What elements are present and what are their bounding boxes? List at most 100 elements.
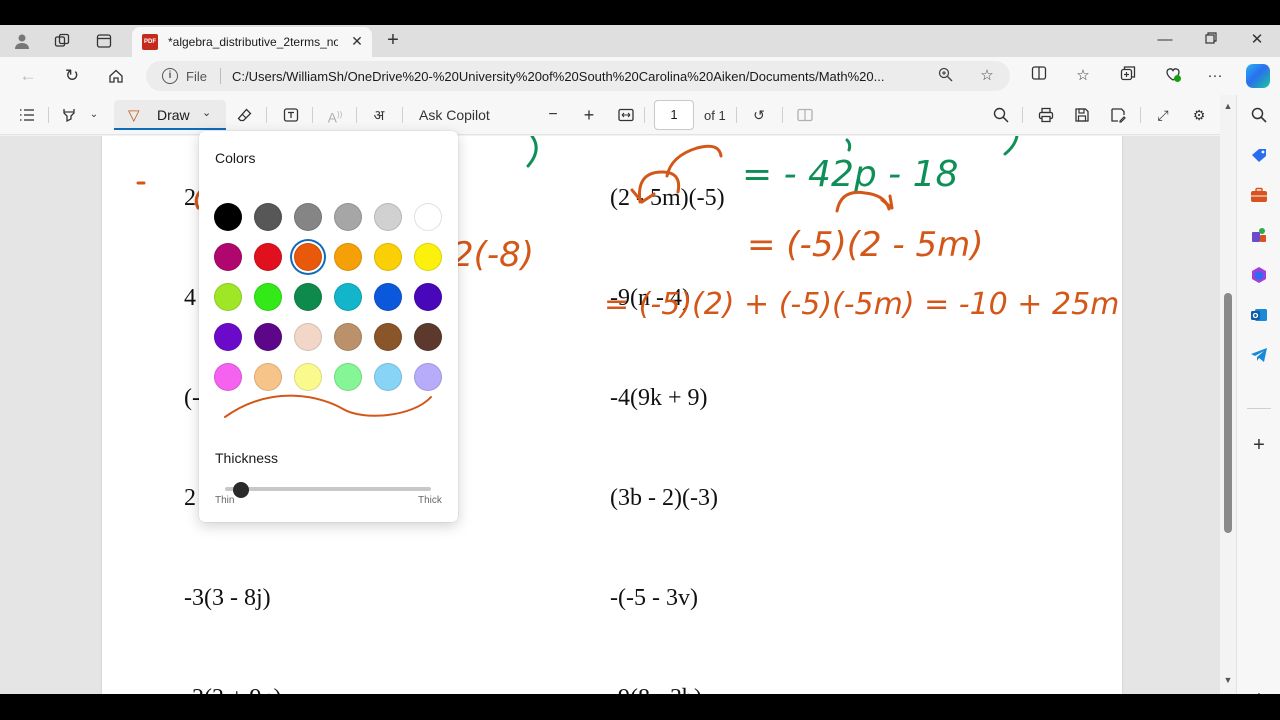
more-options-icon[interactable]: ···: [1204, 65, 1226, 87]
contents-list-icon[interactable]: [16, 104, 38, 126]
color-swatch[interactable]: [414, 283, 442, 311]
page-view-icon[interactable]: [794, 104, 816, 126]
profile-icon[interactable]: [12, 31, 32, 51]
rotate-icon[interactable]: ↺: [748, 104, 770, 126]
browser-window: PDF *algebra_distributive_2terms_no_ ✕ +…: [0, 25, 1280, 694]
zoom-icon[interactable]: [936, 67, 954, 85]
workspaces-icon[interactable]: [52, 31, 72, 51]
pdf-toolbar: ⌄ ▽ Draw ⌄ A)) अ Ask Copilot − + 1 of 1 …: [0, 95, 1220, 135]
save-icon[interactable]: [1071, 104, 1093, 126]
close-window-icon[interactable]: ✕: [1242, 29, 1272, 51]
minimize-icon[interactable]: —: [1150, 29, 1180, 51]
tab-title: *algebra_distributive_2terms_no_: [168, 35, 338, 49]
text-box-icon[interactable]: [280, 104, 302, 126]
sidebar-games-icon[interactable]: [1249, 225, 1269, 245]
read-aloud-icon[interactable]: A)): [324, 104, 346, 126]
close-tab-icon[interactable]: ✕: [348, 32, 366, 50]
new-tab-icon[interactable]: +: [382, 29, 404, 51]
toolbar-separator: [1140, 107, 1141, 123]
tab-active-pdf[interactable]: PDF *algebra_distributive_2terms_no_ ✕: [132, 27, 372, 57]
page-count: of 1: [704, 108, 726, 123]
color-swatch[interactable]: [334, 203, 362, 231]
color-swatch[interactable]: [214, 243, 242, 271]
address-separator: [220, 68, 221, 84]
sidebar-outlook-icon[interactable]: O: [1249, 305, 1269, 325]
toolbar-separator: [356, 107, 357, 123]
draw-button[interactable]: ▽ Draw ⌄: [114, 100, 226, 130]
color-swatch[interactable]: [214, 203, 242, 231]
draw-chevron-down-icon[interactable]: ⌄: [202, 106, 211, 119]
color-swatch[interactable]: [374, 323, 402, 351]
address-url[interactable]: C:/Users/WilliamSh/OneDrive%20-%20Univer…: [232, 69, 932, 84]
sidebar-telegram-icon[interactable]: [1249, 345, 1269, 365]
sidebar-office-icon[interactable]: [1249, 265, 1269, 285]
color-swatch[interactable]: [294, 283, 322, 311]
favorite-star-icon[interactable]: ☆: [978, 67, 996, 85]
color-swatch[interactable]: [254, 243, 282, 271]
thickness-slider-knob[interactable]: [232, 482, 249, 498]
color-swatch[interactable]: [374, 203, 402, 231]
vertical-scrollbar[interactable]: ▲ ▼: [1220, 95, 1236, 694]
colors-heading: Colors: [215, 150, 256, 166]
sidebar-add-icon[interactable]: +: [1249, 434, 1269, 456]
address-scheme-label: File: [186, 69, 207, 84]
scroll-up-arrow-icon[interactable]: ▲: [1223, 101, 1233, 111]
settings-gear-icon[interactable]: ⚙: [1188, 104, 1210, 126]
sidebar-search-icon[interactable]: [1249, 105, 1269, 125]
scroll-down-arrow-icon[interactable]: ▼: [1223, 675, 1233, 685]
toolbar-separator: [312, 107, 313, 123]
highlight-icon[interactable]: [58, 104, 80, 126]
color-swatch[interactable]: [294, 323, 322, 351]
address-bar[interactable]: i File C:/Users/WilliamSh/OneDrive%20-%2…: [146, 61, 1010, 91]
back-arrow-icon[interactable]: ←: [16, 65, 40, 87]
fullscreen-icon[interactable]: ⤢: [1152, 104, 1174, 126]
draw-active-indicator: [114, 128, 226, 130]
color-swatch[interactable]: [334, 243, 362, 271]
favorites-icon[interactable]: ☆: [1072, 65, 1094, 87]
thickness-slider-track[interactable]: [225, 487, 431, 491]
color-swatch[interactable]: [294, 243, 322, 271]
split-screen-icon[interactable]: [1028, 65, 1050, 87]
color-swatch[interactable]: [334, 323, 362, 351]
color-swatch[interactable]: [254, 283, 282, 311]
browser-essentials-icon[interactable]: [1162, 65, 1184, 87]
restore-icon[interactable]: [1196, 29, 1226, 51]
page-number-input[interactable]: 1: [654, 100, 694, 130]
eraser-icon[interactable]: [234, 104, 256, 126]
zoom-in-icon[interactable]: +: [580, 104, 598, 126]
highlight-chevron-down-icon[interactable]: ⌄: [86, 104, 102, 126]
pdf-viewport[interactable]: 2 (2 - 5m)(-5) 4 -9(n - 4) (- -4(9k + 9)…: [0, 136, 1220, 694]
fit-to-width-icon[interactable]: [616, 104, 636, 126]
translate-icon[interactable]: अ: [368, 104, 390, 126]
sidebar-shopping-icon[interactable]: [1249, 145, 1269, 165]
ask-copilot-button[interactable]: Ask Copilot: [419, 104, 509, 126]
color-swatch[interactable]: [254, 203, 282, 231]
collections-icon[interactable]: [1117, 65, 1139, 87]
toolbar-separator: [48, 107, 49, 123]
color-swatch[interactable]: [414, 323, 442, 351]
search-icon[interactable]: [990, 104, 1012, 126]
sidebar-tools-icon[interactable]: [1249, 185, 1269, 205]
color-swatch[interactable]: [214, 283, 242, 311]
draw-color-flyout: Colors Thickness Thin Thick: [199, 131, 458, 522]
color-swatch[interactable]: [294, 203, 322, 231]
copilot-icon[interactable]: [1246, 64, 1270, 88]
draw-label: Draw: [157, 107, 190, 123]
sidebar-separator: [1247, 408, 1271, 409]
color-swatch[interactable]: [334, 283, 362, 311]
print-icon[interactable]: [1035, 104, 1057, 126]
color-swatch[interactable]: [374, 243, 402, 271]
tab-actions-icon[interactable]: [94, 31, 114, 51]
color-swatch[interactable]: [214, 323, 242, 351]
refresh-icon[interactable]: ↻: [60, 65, 84, 87]
ink-orange-line2: = (-5)(2) + (-5)(-5m) = -10 + 25m: [604, 287, 1119, 322]
save-as-icon[interactable]: [1107, 104, 1129, 126]
info-icon[interactable]: i: [162, 68, 178, 84]
color-swatch[interactable]: [414, 203, 442, 231]
color-swatch[interactable]: [414, 243, 442, 271]
scrollbar-thumb[interactable]: [1224, 293, 1232, 533]
color-swatch[interactable]: [374, 283, 402, 311]
zoom-out-icon[interactable]: −: [544, 104, 562, 126]
home-icon[interactable]: [104, 65, 128, 87]
color-swatch[interactable]: [254, 323, 282, 351]
